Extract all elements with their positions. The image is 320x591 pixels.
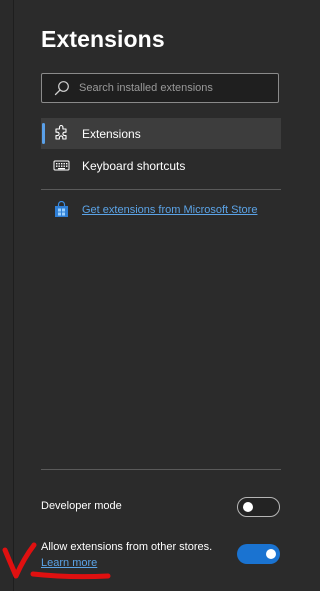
keyboard-icon xyxy=(53,160,70,171)
nav-item-keyboard-shortcuts[interactable]: Keyboard shortcuts xyxy=(41,150,281,181)
store-link-label[interactable]: Get extensions from Microsoft Store xyxy=(82,204,257,216)
other-stores-toggle[interactable] xyxy=(237,544,280,564)
window-edge xyxy=(0,0,14,591)
nav-item-extensions[interactable]: Extensions xyxy=(41,118,281,149)
nav-label-extensions: Extensions xyxy=(82,126,141,141)
learn-more-link[interactable]: Learn more xyxy=(41,557,97,569)
search-input[interactable] xyxy=(79,82,278,94)
toggle-knob xyxy=(243,502,253,512)
search-icon xyxy=(54,81,69,96)
search-box[interactable] xyxy=(41,73,279,103)
divider-top xyxy=(41,189,281,190)
page-title: Extensions xyxy=(41,26,165,52)
get-extensions-store-link[interactable]: Get extensions from Microsoft Store xyxy=(41,199,281,221)
divider-bottom xyxy=(41,469,281,470)
extensions-sidebar: Extensions Extensions K xyxy=(0,0,312,591)
toggle-knob xyxy=(266,549,276,559)
puzzle-icon xyxy=(55,125,67,140)
store-bag-icon xyxy=(55,201,68,217)
active-indicator xyxy=(42,123,45,144)
developer-mode-toggle[interactable] xyxy=(237,497,280,517)
nav-label-keyboard-shortcuts: Keyboard shortcuts xyxy=(82,158,186,173)
developer-mode-label: Developer mode xyxy=(41,500,122,512)
other-stores-label: Allow extensions from other stores. xyxy=(41,541,213,553)
